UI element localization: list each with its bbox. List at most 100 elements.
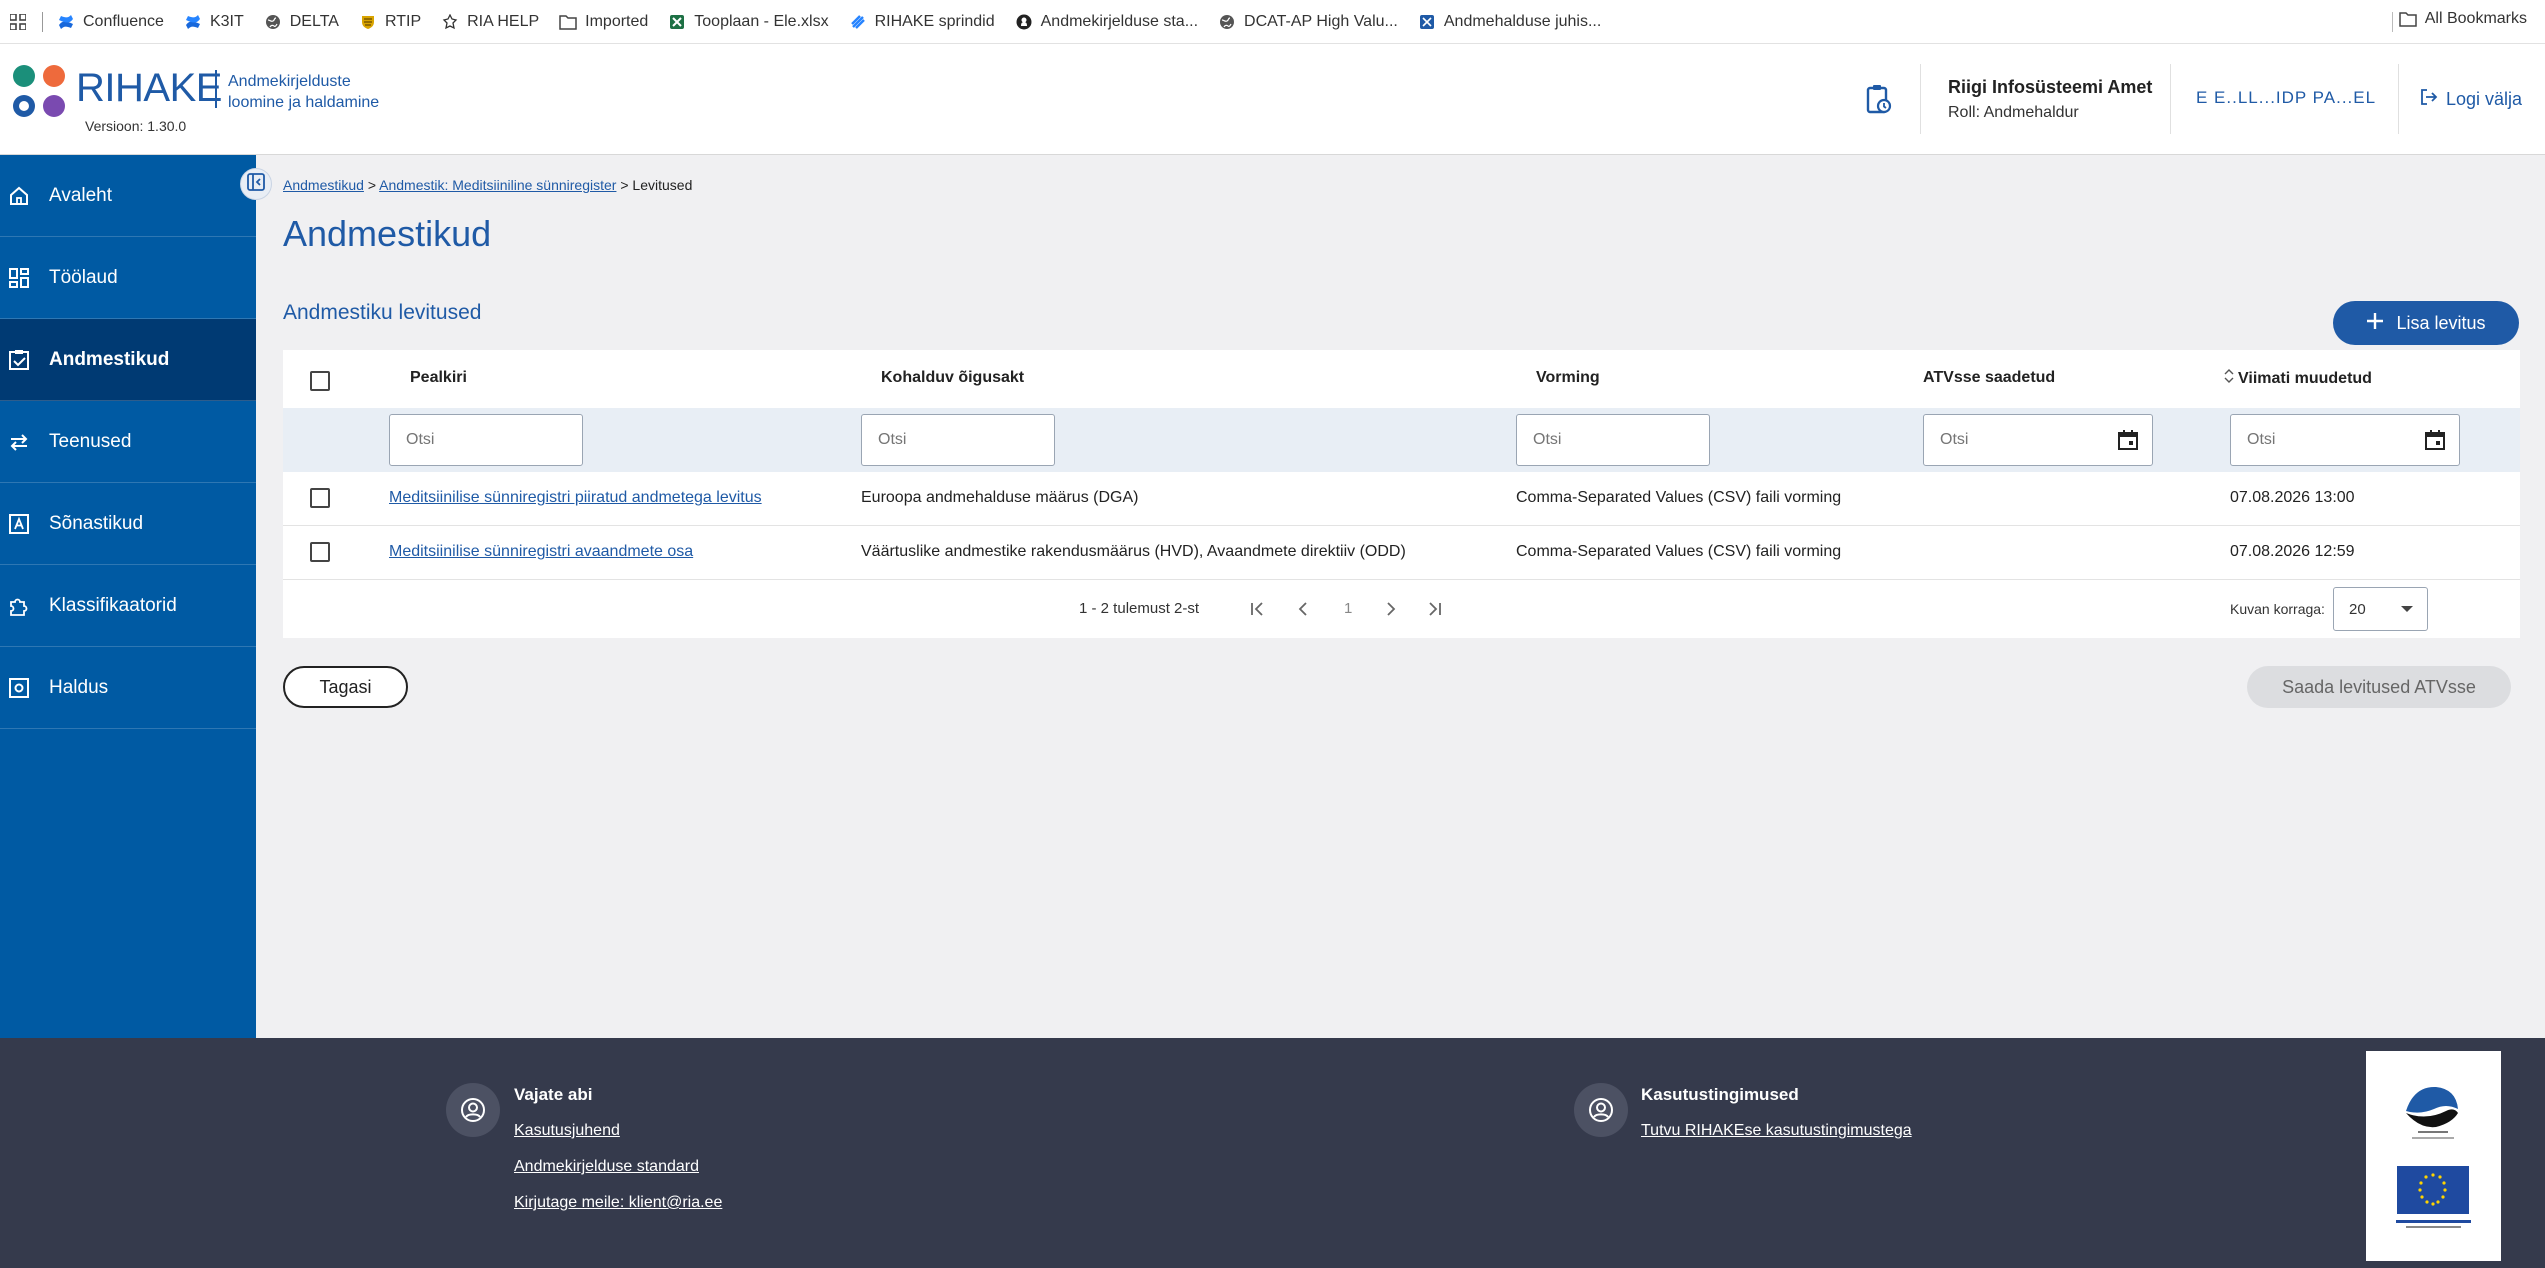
- bookmark-item[interactable]: RIHAKE sprindid: [849, 13, 995, 31]
- law-filter-input[interactable]: [861, 414, 1055, 466]
- filter-row: [283, 408, 2520, 472]
- column-header-sent[interactable]: ATVsse saadetud: [1923, 369, 2055, 387]
- organization-name: Riigi Infosüsteemi Amet: [1948, 77, 2153, 97]
- table-row: Meditsiinilise sünniregistri avaandmete …: [283, 526, 2520, 580]
- logo-text[interactable]: RIHAKE: [76, 66, 222, 111]
- add-distribution-button[interactable]: Lisa levitus: [2333, 301, 2519, 345]
- row-format-cell: Comma-Separated Values (CSV) faili vormi…: [1516, 489, 1842, 506]
- previous-page-icon[interactable]: [1291, 597, 1315, 621]
- row-title-link[interactable]: Meditsiinilise sünniregistri piiratud an…: [389, 489, 762, 506]
- send-to-atv-button[interactable]: Saada levitused ATVsse: [2247, 666, 2511, 708]
- logout-icon: [2420, 88, 2438, 111]
- bookmark-item[interactable]: Imported: [559, 13, 648, 31]
- sidebar-item-avaleht[interactable]: Avaleht: [0, 155, 256, 237]
- sidebar-item-teenused[interactable]: Teenused: [0, 401, 256, 483]
- breadcrumb-link-andmestikud[interactable]: Andmestikud: [283, 177, 364, 193]
- sidebar-item-sonastikud[interactable]: Sõnastikud: [0, 483, 256, 565]
- sidebar-item-label: Töölaud: [49, 266, 118, 288]
- bookmark-item[interactable]: Andmekirjelduse sta...: [1015, 13, 1198, 31]
- bookmark-item[interactable]: DCAT-AP High Valu...: [1218, 13, 1398, 31]
- bookmark-item[interactable]: Tooplaan - Ele.xlsx: [668, 13, 829, 31]
- bookmark-item[interactable]: K3IT: [184, 13, 244, 31]
- last-page-icon[interactable]: [1422, 597, 1446, 621]
- sidebar-item-label: Haldus: [49, 676, 109, 698]
- back-button[interactable]: Tagasi: [283, 666, 408, 708]
- sidebar-item-label: Sõnastikud: [49, 512, 144, 534]
- column-header-format[interactable]: Vorming: [1536, 369, 1600, 387]
- bookmark-label: DELTA: [289, 12, 339, 30]
- bookmark-label: RIA HELP: [467, 12, 540, 30]
- all-bookmarks-button[interactable]: All Bookmarks: [2399, 10, 2527, 28]
- row-law-cell: Väärtuslike andmestike rakendusmäärus (H…: [861, 543, 1406, 560]
- pagination: 1 - 2 tulemust 2-st 1 Kuvan korraga: 20: [283, 580, 2520, 638]
- header-separator: [2398, 64, 2399, 134]
- globe-icon: [1218, 13, 1236, 31]
- column-header-modified[interactable]: Viimati muudetud: [2224, 369, 2372, 388]
- per-page-value: 20: [2349, 600, 2366, 618]
- current-page-number[interactable]: 1: [1344, 600, 1352, 617]
- calendar-icon[interactable]: [2117, 429, 2139, 451]
- crest-icon: [359, 13, 377, 31]
- bookmark-item[interactable]: Andmehalduse juhis...: [1418, 13, 1601, 31]
- sidebar-item-toolaud[interactable]: Töölaud: [0, 237, 256, 319]
- section-title: Andmestiku levitused: [283, 301, 482, 324]
- sidebar-item-label: Teenused: [49, 430, 132, 452]
- standard-link[interactable]: Andmekirjelduse standard: [514, 1158, 699, 1176]
- clipboard-clock-icon[interactable]: [1866, 84, 1892, 114]
- row-title-cell: Meditsiinilise sünniregistri piiratud an…: [389, 489, 762, 507]
- ria-icon: [441, 13, 459, 31]
- logout-button[interactable]: Logi välja: [2420, 88, 2522, 111]
- panel-link[interactable]: E E..LL...IDP PA...EL: [2196, 88, 2376, 108]
- dictionary-icon: [6, 511, 32, 537]
- logo-subtitle-line1: Andmekirjelduste: [228, 73, 351, 90]
- rihake-logo-dots-icon: [13, 65, 67, 119]
- calendar-icon[interactable]: [2424, 429, 2446, 451]
- terms-link[interactable]: Tutvu RIHAKEse kasutustingimustega: [1641, 1122, 1912, 1140]
- format-filter-input[interactable]: [1516, 414, 1710, 466]
- terms-title: Kasutustingimused: [1641, 1085, 1799, 1104]
- row-title-link[interactable]: Meditsiinilise sünniregistri avaandmete …: [389, 543, 693, 560]
- bookmark-label: RTIP: [384, 12, 422, 30]
- bookmark-item[interactable]: Confluence: [57, 13, 164, 31]
- row-checkbox[interactable]: [310, 488, 330, 508]
- eu-funding-logo-icon: [2396, 1086, 2471, 1228]
- column-header-law[interactable]: Kohalduv õigusakt: [881, 369, 1024, 387]
- sidebar-collapse-button[interactable]: [240, 168, 272, 200]
- sidebar-item-andmestikud[interactable]: Andmestikud: [0, 319, 256, 401]
- logo-subtitle: Andmekirjelduste loomine ja haldamine: [228, 71, 379, 113]
- plus-icon: [2366, 312, 2384, 335]
- confluence-icon: [57, 13, 75, 31]
- bookmark-label: Andmehalduse juhis...: [1443, 12, 1602, 30]
- user-guide-link[interactable]: Kasutusjuhend: [514, 1122, 620, 1140]
- help-user-icon: [446, 1083, 500, 1137]
- doc-icon: [1418, 13, 1436, 31]
- all-bookmarks-label: All Bookmarks: [2424, 10, 2527, 27]
- apps-grid-icon[interactable]: [6, 10, 30, 34]
- add-distribution-label: Lisa levitus: [2396, 312, 2486, 333]
- sidebar-item-label: Andmestikud: [49, 348, 170, 370]
- select-all-checkbox[interactable]: [310, 371, 330, 391]
- next-page-icon[interactable]: [1379, 597, 1403, 621]
- dataset-check-icon: [6, 347, 32, 373]
- bookmark-label: K3IT: [209, 12, 244, 30]
- first-page-icon[interactable]: [1246, 597, 1270, 621]
- sidebar-item-haldus[interactable]: Haldus: [0, 647, 256, 729]
- sidebar-item-label: Avaleht: [49, 184, 113, 206]
- bookmark-item[interactable]: RTIP: [359, 13, 421, 31]
- email-link[interactable]: Kirjutage meile: klient@ria.ee: [514, 1194, 722, 1212]
- title-filter-input[interactable]: [389, 414, 583, 466]
- app-version: Versioon: 1.30.0: [85, 118, 187, 134]
- bookmark-item[interactable]: DELTA: [264, 13, 339, 31]
- bookmark-item[interactable]: RIA HELP: [441, 13, 539, 31]
- confluence-icon: [184, 13, 202, 31]
- breadcrumb-link-dataset[interactable]: Andmestik: Meditsiiniline sünniregister: [379, 177, 616, 193]
- sidebar-item-klassifikaatorid[interactable]: Klassifikaatorid: [0, 565, 256, 647]
- column-header-title[interactable]: Pealkiri: [410, 369, 467, 387]
- row-checkbox[interactable]: [310, 542, 330, 562]
- settings-box-icon: [6, 675, 32, 701]
- breadcrumb-separator: >: [616, 177, 633, 193]
- help-title: Vajate abi: [514, 1085, 593, 1104]
- per-page-select[interactable]: 20: [2333, 587, 2428, 631]
- bookmarks-separator-right: [2392, 12, 2393, 32]
- breadcrumb: Andmestikud > Andmestik: Meditsiiniline …: [283, 177, 692, 193]
